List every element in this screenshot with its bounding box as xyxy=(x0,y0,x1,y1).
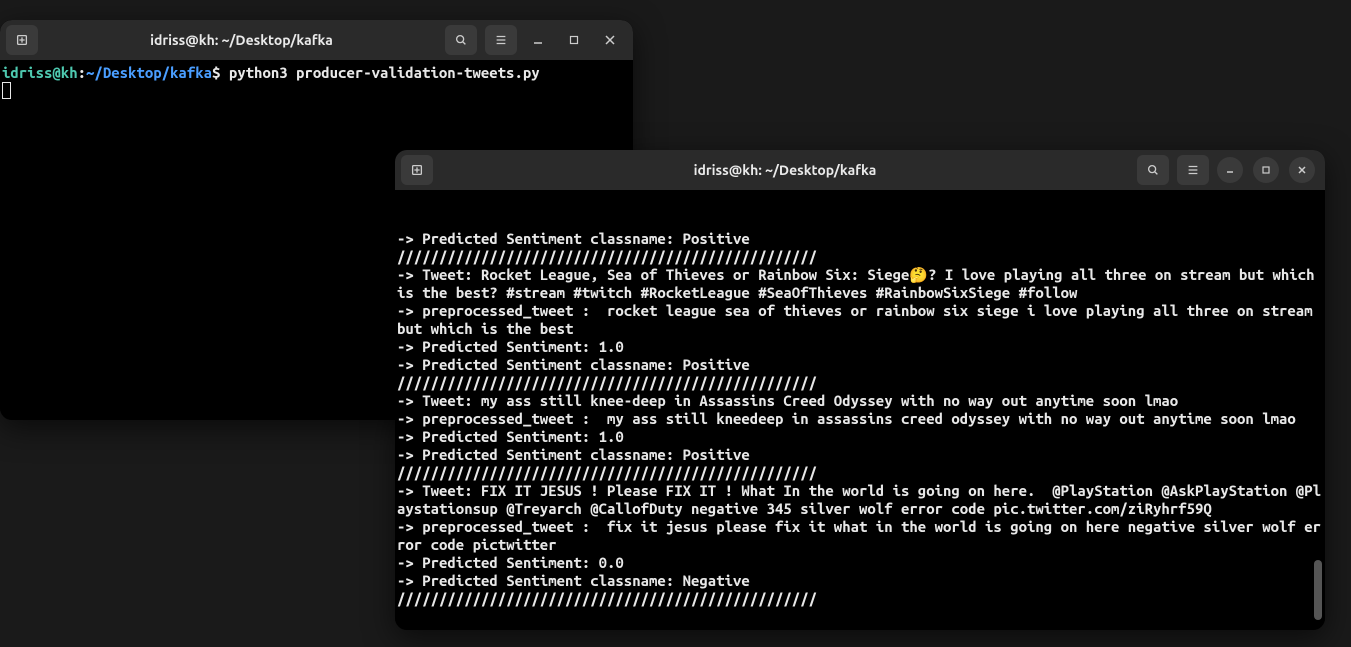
cursor xyxy=(2,82,11,99)
window-controls xyxy=(525,27,627,53)
close-button[interactable] xyxy=(597,27,623,53)
maximize-button[interactable] xyxy=(561,27,587,53)
scrollbar[interactable] xyxy=(1314,560,1322,620)
prompt-path: ~/Desktop/kafka xyxy=(86,64,212,81)
maximize-button[interactable] xyxy=(1253,157,1279,183)
minimize-button[interactable] xyxy=(525,27,551,53)
terminal-window-consumer[interactable]: idriss@kh: ~/Desktop/kafka -> Predicted … xyxy=(395,150,1325,630)
menu-button[interactable] xyxy=(485,25,517,55)
new-tab-button[interactable] xyxy=(401,155,433,185)
prompt-user: idriss@kh xyxy=(2,64,78,81)
close-button[interactable] xyxy=(1289,157,1315,183)
terminal-output: -> Predicted Sentiment classname: Positi… xyxy=(397,230,1323,608)
prompt-colon: : xyxy=(78,64,86,81)
titlebar[interactable]: idriss@kh: ~/Desktop/kafka xyxy=(0,20,633,60)
window-title: idriss@kh: ~/Desktop/kafka xyxy=(46,32,437,48)
minimize-button[interactable] xyxy=(1217,157,1243,183)
menu-button[interactable] xyxy=(1177,155,1209,185)
window-controls xyxy=(1217,157,1319,183)
window-title: idriss@kh: ~/Desktop/kafka xyxy=(441,162,1129,178)
new-tab-button[interactable] xyxy=(6,25,38,55)
command-text: python3 producer-validation-tweets.py xyxy=(220,64,539,81)
titlebar[interactable]: idriss@kh: ~/Desktop/kafka xyxy=(395,150,1325,190)
search-button[interactable] xyxy=(445,25,477,55)
terminal-body[interactable]: -> Predicted Sentiment classname: Positi… xyxy=(395,190,1325,630)
search-button[interactable] xyxy=(1137,155,1169,185)
